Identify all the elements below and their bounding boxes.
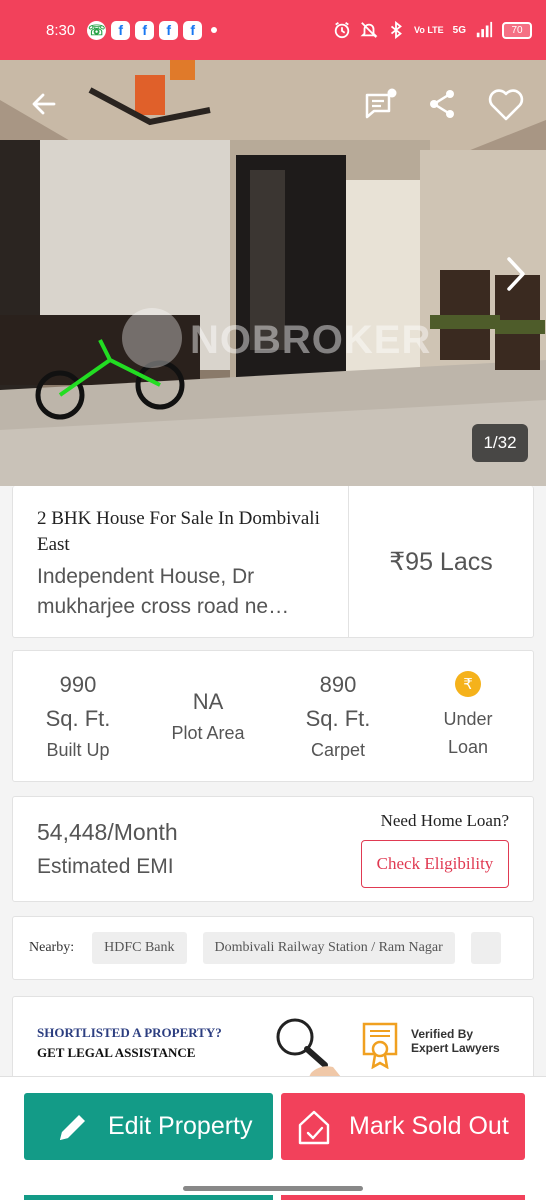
more-notifications-dot — [211, 27, 218, 33]
bottom-action-bar: Edit Property Mark Sold Out — [0, 1076, 546, 1200]
back-arrow-icon — [32, 93, 56, 115]
emi-card: 54,448/Month Estimated EMI Need Home Loa… — [12, 796, 534, 902]
check-eligibility-button[interactable]: Check Eligibility — [361, 840, 509, 888]
mute-icon — [360, 22, 378, 38]
volte-indicator: Vo LTE — [413, 24, 444, 35]
share-button[interactable] — [422, 84, 462, 124]
listing-address-line1: Independent House, Dr — [37, 565, 255, 588]
banner-subheadline: GET LEGAL ASSISTANCE — [37, 1045, 196, 1060]
stat-unit: Sq. Ft. — [305, 706, 371, 731]
chat-icon — [365, 88, 397, 119]
nearby-chip[interactable]: Dombivali Railway Station / Ram Nagar — [202, 932, 455, 964]
heart-icon — [488, 89, 524, 121]
signal-icon — [476, 21, 493, 38]
stat-value: NA — [192, 689, 224, 714]
certificate-icon — [362, 1022, 398, 1069]
share-icon — [430, 90, 454, 118]
house-check-icon — [298, 1110, 330, 1144]
stat-label: Under — [443, 709, 493, 729]
battery-icon: 70 — [502, 21, 532, 39]
network-type: 5G — [452, 24, 466, 36]
notification-icons: ☏ f f f f — [87, 20, 218, 40]
facebook-icon: f — [159, 20, 179, 40]
verified-text: Verified By Expert Lawyers — [411, 1027, 500, 1055]
content-peek-right — [281, 1195, 525, 1200]
mark-sold-out-label: Mark Sold Out — [349, 1112, 509, 1140]
listing-title: 2 BHK House For Sale In Dombivali East — [37, 508, 320, 555]
property-stats-card: 990 Sq. Ft. Built Up NA Plot Area 890 Sq… — [12, 650, 534, 782]
verified-line2: Expert Lawyers — [411, 1041, 500, 1055]
rupee-icon: ₹ — [455, 671, 481, 697]
back-button[interactable] — [24, 84, 64, 124]
watermark-text: NOBROKER — [190, 318, 432, 362]
listing-title-block: 2 BHK House For Sale In Dombivali East I… — [13, 486, 349, 637]
home-indicator[interactable] — [183, 1186, 363, 1191]
property-photo[interactable]: NOBROKER 1/32 — [0, 60, 546, 486]
listing-address-line2: mukharjee cross road ne… — [37, 595, 290, 618]
stat-label: Plot Area — [171, 723, 245, 743]
favorite-button[interactable] — [484, 82, 528, 126]
listing-price: ₹95 Lacs — [389, 547, 493, 576]
verified-line1: Verified By — [411, 1027, 474, 1041]
whatsapp-icon: ☏ — [87, 20, 107, 40]
room-photo — [0, 60, 546, 486]
stat-value: 990 — [59, 672, 97, 697]
content-peek-left — [24, 1195, 273, 1200]
stat-label: Loan — [447, 737, 489, 757]
facebook-icon: f — [183, 20, 203, 40]
legal-assistance-banner[interactable]: SHORTLISTED A PROPERTY? GET LEGAL ASSIST… — [12, 996, 534, 1086]
listing-summary-card: 2 BHK House For Sale In Dombivali East I… — [12, 486, 534, 638]
nearby-label: Nearby: — [29, 940, 75, 955]
status-bar: 8:30 ☏ f f f f Vo LTE 5G 70 — [0, 0, 546, 60]
emi-label: Estimated EMI — [37, 855, 174, 878]
emi-value: 54,448/Month — [37, 819, 178, 845]
status-time: 8:30 — [46, 21, 76, 39]
nearby-chip-overflow[interactable] — [470, 932, 501, 964]
stat-label: Carpet — [310, 740, 366, 760]
mark-sold-out-button[interactable]: Mark Sold Out — [281, 1093, 525, 1160]
edit-property-button[interactable]: Edit Property — [24, 1093, 273, 1160]
next-photo-button[interactable] — [498, 252, 534, 296]
banner-headline: SHORTLISTED A PROPERTY? — [37, 1025, 222, 1040]
chevron-right-icon — [507, 257, 525, 291]
bluetooth-icon — [390, 21, 402, 39]
stat-built-up: 990 Sq. Ft. Built Up — [13, 651, 143, 781]
chat-button[interactable] — [360, 84, 400, 124]
stat-value: 890 — [319, 672, 357, 697]
stat-unit: Sq. Ft. — [45, 706, 111, 731]
facebook-icon: f — [135, 20, 155, 40]
edit-property-label: Edit Property — [108, 1112, 253, 1140]
home-loan-question: Need Home Loan? — [380, 811, 509, 830]
nearby-chip[interactable]: HDFC Bank — [92, 932, 187, 964]
pencil-icon — [60, 1114, 85, 1140]
watermark-logo — [122, 308, 182, 368]
alarm-icon — [334, 22, 350, 39]
stat-loan-status: ₹ Under Loan — [403, 651, 533, 781]
facebook-icon: f — [111, 20, 131, 40]
photo-counter: 1/32 — [472, 424, 528, 462]
stat-plot-area: NA Plot Area — [143, 651, 273, 781]
magnifier-icon — [276, 1018, 341, 1077]
stat-carpet: 890 Sq. Ft. Carpet — [273, 651, 403, 781]
stat-label: Built Up — [46, 740, 110, 760]
nearby-card: Nearby: HDFC Bank Dombivali Railway Stat… — [12, 916, 534, 980]
